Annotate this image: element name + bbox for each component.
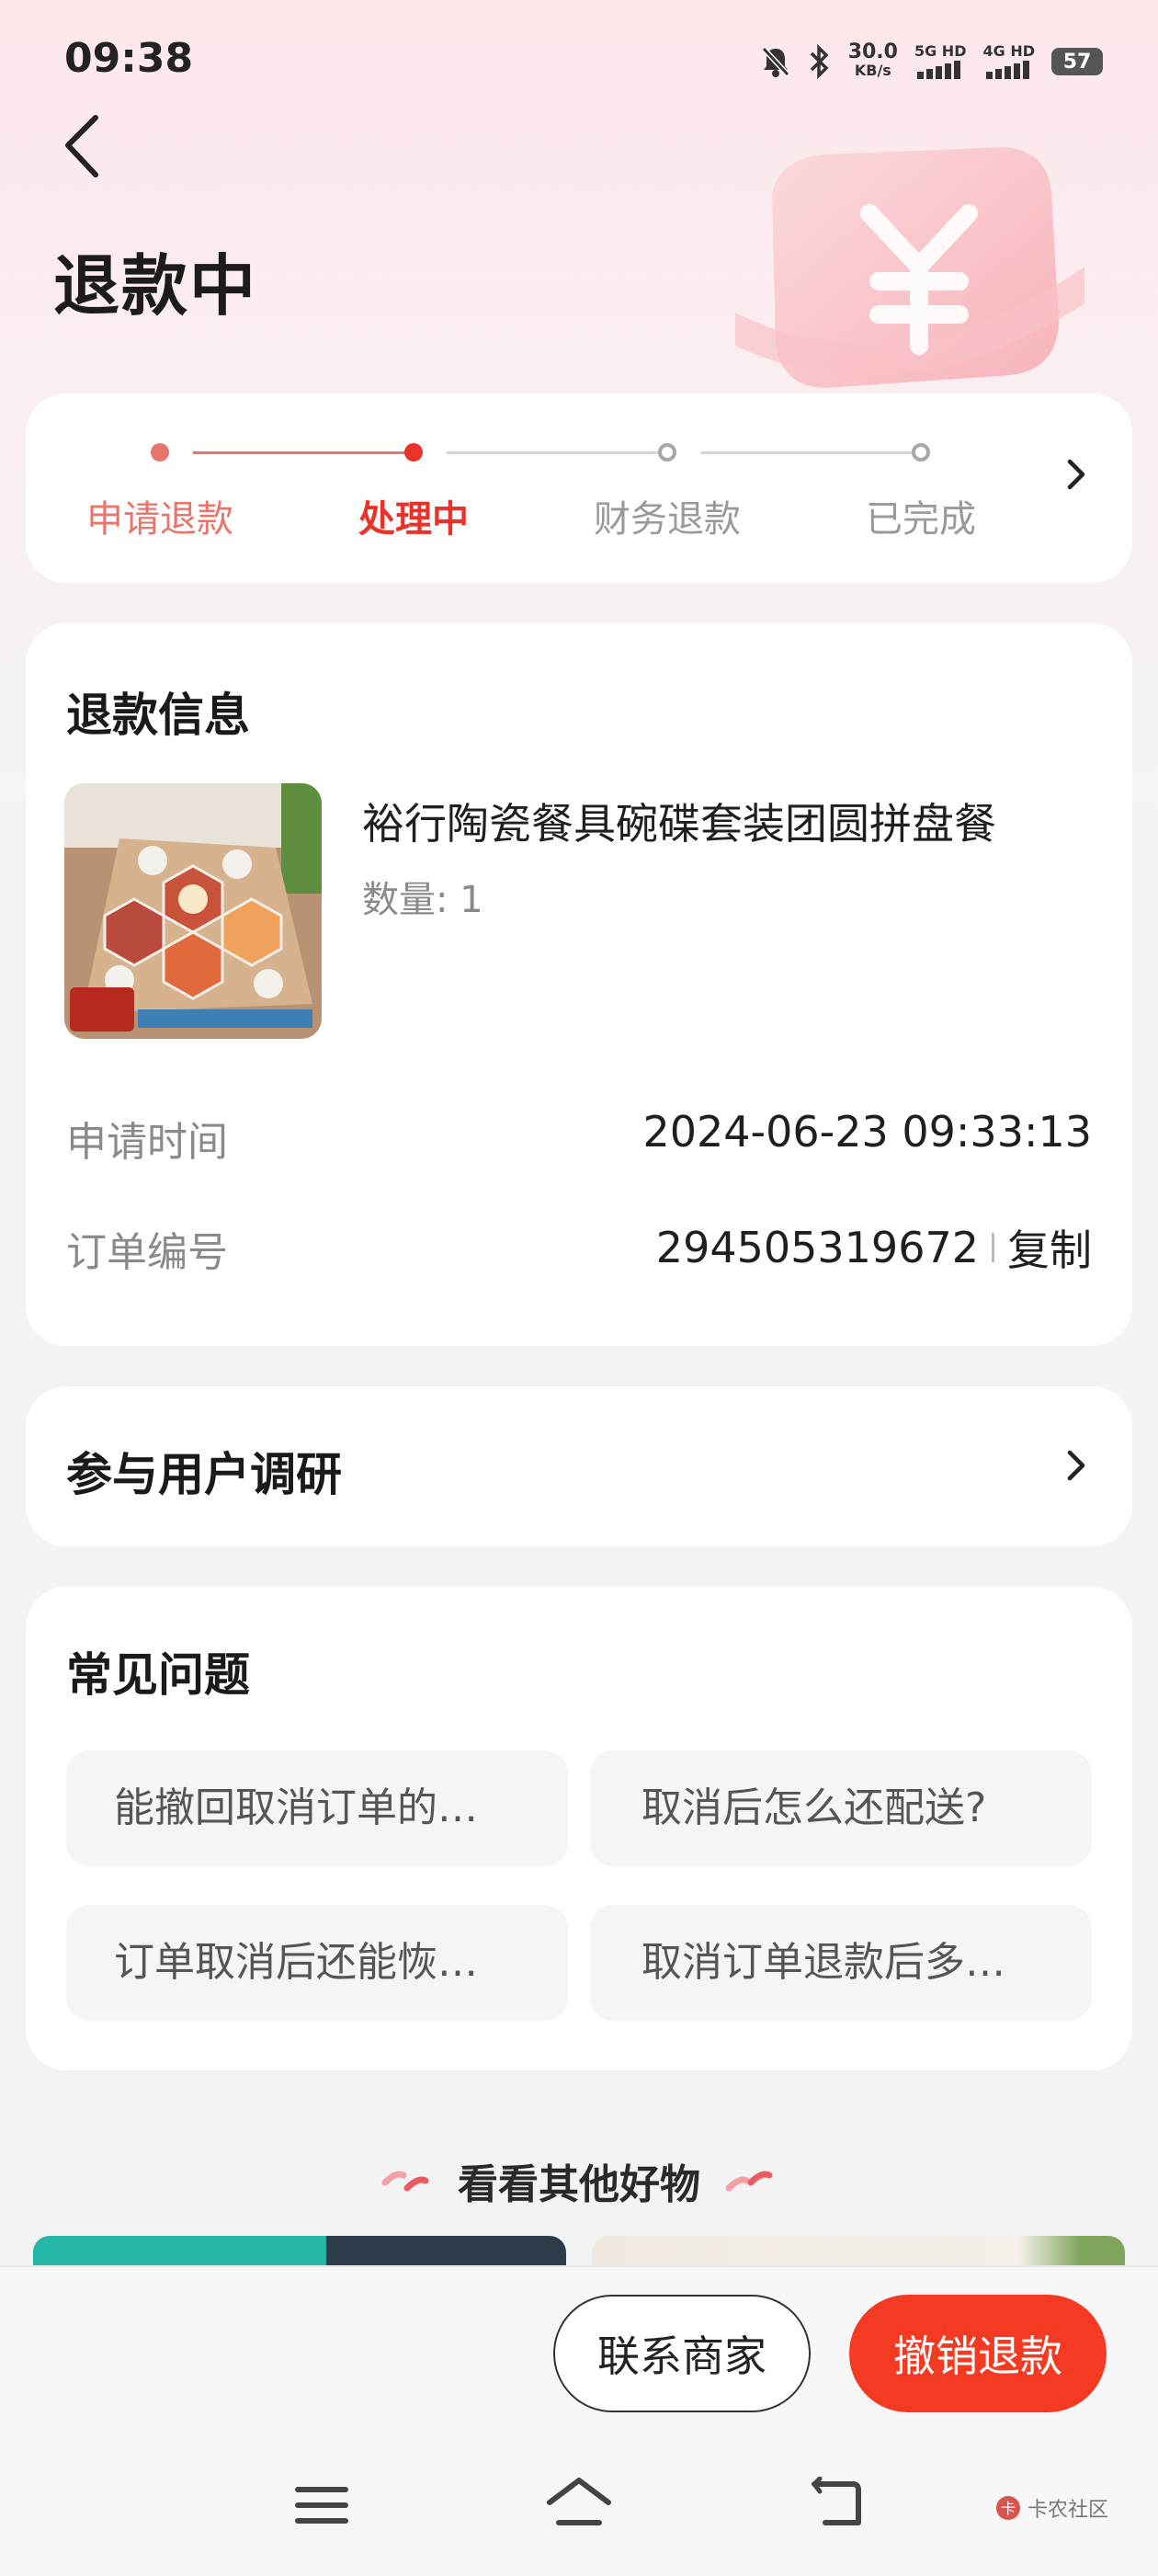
apply-time-label: 申请时间	[66, 1119, 228, 1166]
cancel-refund-button[interactable]: 撤销退款	[849, 2295, 1107, 2412]
sim1-signal: 5G HD	[914, 41, 967, 82]
sim2-label: 4G HD	[982, 41, 1035, 60]
nav-home-button[interactable]	[544, 2475, 614, 2534]
survey-arrow	[1062, 1445, 1090, 1489]
faq-item-4[interactable]: 取消订单退款后多…	[590, 1905, 1092, 2021]
network-speed: 30.0 KB/s	[847, 40, 898, 80]
sparkle-left-icon	[381, 2171, 429, 2192]
status-time: 09:38	[64, 35, 194, 82]
speed-value: 30.0	[847, 40, 898, 63]
mute-bell-icon	[761, 46, 789, 77]
faq-item-1[interactable]: 能撤回取消订单的…	[66, 1750, 568, 1866]
order-no-label: 订单编号	[66, 1229, 228, 1276]
yen-coin-illustration	[698, 129, 1103, 408]
watermark-text: 卡农社区	[1027, 2499, 1109, 2522]
chevron-left-icon	[65, 115, 98, 177]
status-icons: 30.0 KB/s 5G HD 4G HD 57	[760, 39, 1103, 85]
faq-title: 常见问题	[66, 1648, 250, 1702]
recommend-card-2[interactable]	[592, 2236, 1125, 2269]
survey-label: 参与用户调研	[66, 1448, 342, 1501]
product-quantity: 数量: 1	[362, 879, 483, 921]
watermark: 卡 卡农社区	[994, 2493, 1108, 2523]
nav-back-button[interactable]	[807, 2476, 866, 2534]
back-button[interactable]	[55, 108, 110, 182]
faq-item-3[interactable]: 订单取消后还能恢…	[66, 1905, 568, 2021]
step-line-1	[193, 451, 408, 454]
order-no-row: 294505319672 复制	[656, 1217, 1092, 1278]
product-name[interactable]: 裕行陶瓷餐具碗碟套装团圆拼盘餐	[362, 791, 996, 851]
signal-icon	[985, 60, 1029, 79]
menu-icon	[295, 2487, 348, 2524]
sparkle-right-icon	[725, 2171, 773, 2192]
back-arrow-icon	[812, 2476, 861, 2525]
watermark-logo-icon: 卡	[996, 2496, 1020, 2520]
svg-text:卡: 卡	[1001, 2500, 1016, 2517]
product-image[interactable]	[64, 783, 322, 1039]
step-line-2	[447, 451, 662, 454]
step-dot-2	[404, 443, 423, 462]
step-dot-1	[151, 443, 169, 462]
step-line-3	[700, 451, 915, 454]
nav-menu-button[interactable]	[290, 2482, 355, 2532]
recommend-card-1[interactable]	[33, 2236, 566, 2269]
user-survey-entry[interactable]: 参与用户调研	[26, 1386, 1132, 1546]
step-label-apply: 申请退款	[86, 498, 233, 541]
progress-more-button[interactable]	[1062, 454, 1090, 498]
step-dot-4	[912, 443, 930, 462]
battery-icon: 57	[1051, 48, 1103, 75]
speed-unit: KB/s	[854, 62, 891, 79]
signal-icon	[917, 60, 961, 79]
order-no-value: 294505319672	[655, 1223, 979, 1272]
refund-info-title: 退款信息	[66, 689, 250, 742]
sim2-signal: 4G HD	[982, 42, 1035, 82]
chevron-right-icon	[1067, 1450, 1085, 1481]
faq-card: 常见问题 能撤回取消订单的… 取消后怎么还配送? 订单取消后还能恢… 取消订单退…	[26, 1587, 1132, 2070]
faq-item-2[interactable]: 取消后怎么还配送?	[590, 1750, 1092, 1866]
page-title: 退款中	[53, 247, 258, 325]
contact-merchant-button[interactable]: 联系商家	[553, 2295, 811, 2412]
apply-time-value: 2024-06-23 09:33:13	[642, 1107, 1092, 1157]
recommend-header: 看看其他好物	[0, 2151, 1158, 2210]
step-label-finance: 财务退款	[594, 498, 741, 541]
refund-info-card: 退款信息 裕行陶瓷餐具碗碟套装团圆拼盘餐 数量: 1 申请时间 2024-06-…	[26, 623, 1132, 1346]
copy-button[interactable]: 复制	[1007, 1217, 1092, 1278]
step-dot-3	[658, 443, 676, 462]
chevron-right-icon	[1067, 459, 1085, 490]
sim1-label: 5G HD	[914, 41, 967, 60]
step-label-processing: 处理中	[358, 498, 469, 541]
refund-progress-card: 申请退款 处理中 财务退款 已完成	[26, 393, 1132, 583]
recommend-title: 看看其他好物	[458, 2161, 700, 2208]
bluetooth-icon	[810, 44, 829, 79]
home-icon	[547, 2478, 611, 2525]
step-label-done: 已完成	[866, 498, 976, 541]
divider	[992, 1233, 994, 1262]
